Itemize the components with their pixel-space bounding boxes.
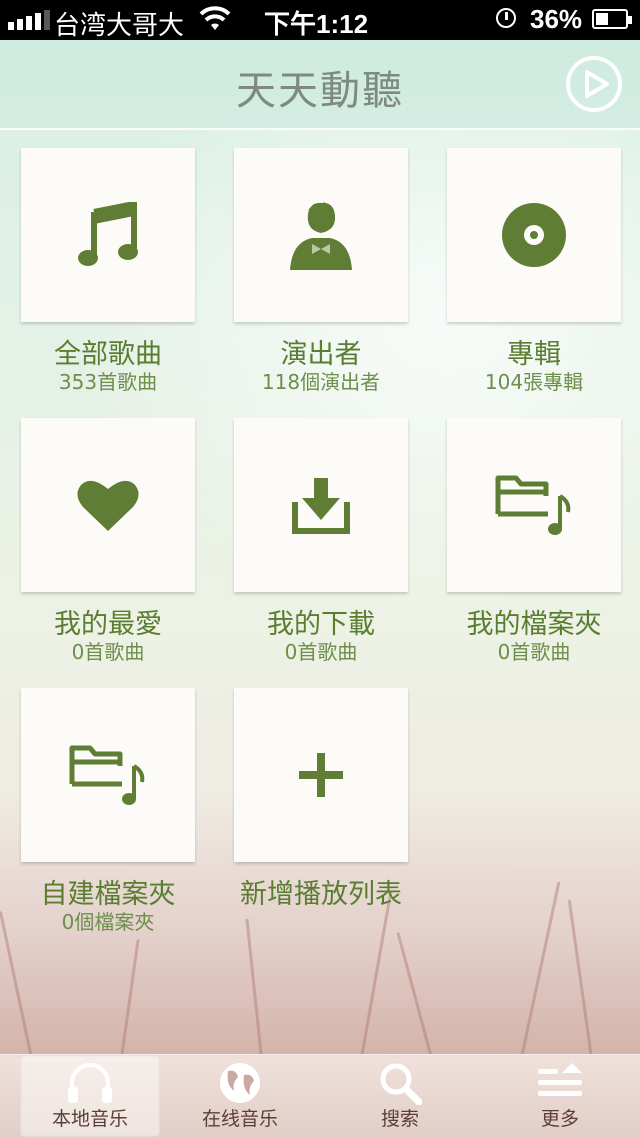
carrier-name: 台湾大哥大 <box>54 10 185 40</box>
my-folders-tile[interactable] <box>447 418 621 592</box>
app-header: 天天動聽 <box>0 40 640 130</box>
plus-icon <box>299 753 343 797</box>
download-icon <box>292 478 350 534</box>
tab-search-label: 搜索 <box>380 1108 419 1130</box>
tab-online-music[interactable]: 在线音乐 <box>170 1055 310 1137</box>
battery-percent: 36% <box>530 4 583 34</box>
artists-count: 118個演出者 <box>261 370 381 394</box>
albums-tile[interactable] <box>447 148 621 322</box>
tab-bar: 本地音乐 在线音乐 搜索 更多 <box>0 1054 640 1137</box>
music-folder-icon <box>69 745 145 805</box>
tab-search[interactable]: 搜索 <box>330 1055 470 1137</box>
artists-tile[interactable] <box>234 148 408 322</box>
tab-online-music-label: 在线音乐 <box>201 1108 278 1130</box>
custom-folders-count: 0個檔案夾 <box>61 910 155 934</box>
globe-icon <box>220 1063 260 1103</box>
status-bar: 台湾大哥大 下午1:12 36% <box>0 0 640 40</box>
new-playlist-label: 新增播放列表 <box>240 879 402 910</box>
headphones-icon <box>68 1063 112 1103</box>
albums-count: 104張專輯 <box>484 370 584 394</box>
new-playlist-tile[interactable] <box>234 688 408 862</box>
favorites-tile[interactable] <box>21 418 195 592</box>
play-icon <box>585 70 609 98</box>
more-icon <box>538 1063 582 1096</box>
heart-icon <box>77 480 139 531</box>
tab-local-music-label: 本地音乐 <box>51 1108 128 1130</box>
artist-icon <box>290 202 352 270</box>
my-folders-count: 0首歌曲 <box>497 640 571 664</box>
downloads-count: 0首歌曲 <box>284 640 358 664</box>
search-icon <box>380 1063 422 1105</box>
all-songs-tile[interactable] <box>21 148 195 322</box>
signal-strength-icon <box>8 10 50 30</box>
tab-more[interactable]: 更多 <box>490 1055 630 1137</box>
alarm-clock-icon <box>496 8 516 28</box>
tab-local-music[interactable]: 本地音乐 <box>20 1055 160 1137</box>
now-playing-button[interactable] <box>566 56 622 112</box>
downloads-tile[interactable] <box>234 418 408 592</box>
all-songs-count: 353首歌曲 <box>58 370 158 394</box>
album-disc-icon <box>502 203 566 267</box>
wifi-icon <box>198 6 232 39</box>
battery-icon <box>592 9 632 29</box>
page-title: 天天動聽 <box>236 68 404 114</box>
status-time: 下午1:12 <box>264 9 369 39</box>
tab-more-label: 更多 <box>540 1108 579 1130</box>
music-note-icon <box>78 202 138 266</box>
music-folder-icon <box>495 475 571 535</box>
favorites-count: 0首歌曲 <box>71 640 145 664</box>
custom-folders-tile[interactable] <box>21 688 195 862</box>
